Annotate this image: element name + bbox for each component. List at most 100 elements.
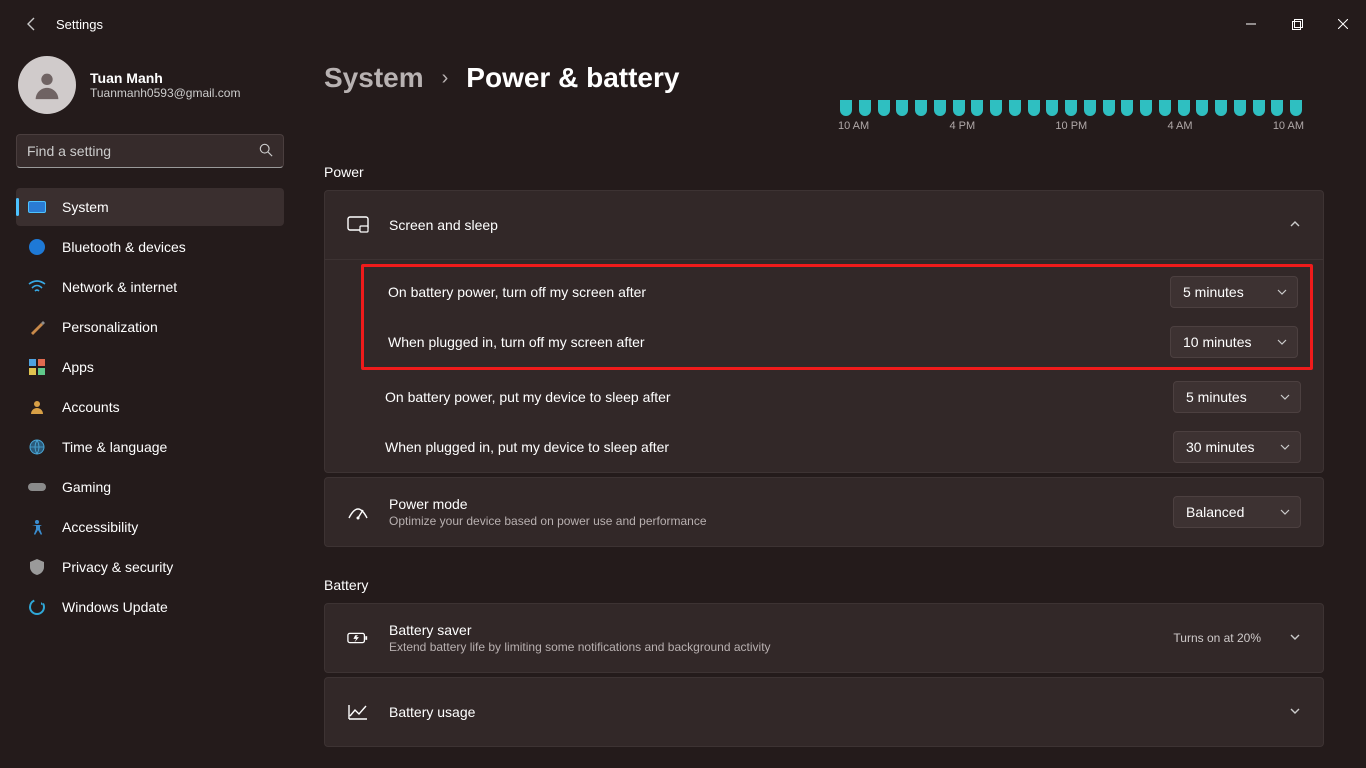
chevron-right-icon: › [442,67,449,90]
back-button[interactable] [16,8,48,40]
nav-label: System [62,199,109,215]
screen-off-plugged-row: When plugged in, turn off my screen afte… [364,317,1310,367]
card-title: Battery usage [389,704,1269,720]
main-content: System › Power & battery 10 AM 4 PM 10 P… [300,48,1366,768]
chevron-down-icon [1280,507,1290,517]
chart-tick: 4 PM [949,120,975,132]
chart-tick: 10 AM [1273,120,1304,132]
power-mode-dropdown[interactable]: Balanced [1173,496,1301,528]
nav-list: System Bluetooth & devices Network & int… [16,188,284,626]
profile-name: Tuan Manh [90,70,240,86]
nav-accounts[interactable]: Accounts [16,388,284,426]
nav-windows-update[interactable]: Windows Update [16,588,284,626]
nav-label: Windows Update [62,599,168,615]
nav-personalization[interactable]: Personalization [16,308,284,346]
nav-network[interactable]: Network & internet [16,268,284,306]
nav-label: Accessibility [62,519,138,535]
minimize-button[interactable] [1228,8,1274,40]
window-controls [1228,8,1366,40]
battery-usage-card[interactable]: Battery usage [324,677,1324,747]
close-button[interactable] [1320,8,1366,40]
chevron-down-icon [1280,442,1290,452]
nav-label: Gaming [62,479,111,495]
chevron-down-icon [1277,287,1287,297]
breadcrumb: System › Power & battery [324,62,1324,94]
personalization-icon [28,318,46,336]
power-mode-card: Power mode Optimize your device based on… [324,477,1324,547]
screen-off-plugged-dropdown[interactable]: 10 minutes [1170,326,1298,358]
privacy-icon [28,558,46,576]
dropdown-value: 5 minutes [1183,284,1267,300]
nav-label: Accounts [62,399,120,415]
card-subtitle: Extend battery life by limiting some not… [389,640,1153,654]
search-icon [259,143,273,160]
highlight-box: On battery power, turn off my screen aft… [361,264,1313,370]
nav-label: Privacy & security [62,559,173,575]
power-mode-header[interactable]: Power mode Optimize your device based on… [325,478,1323,546]
nav-gaming[interactable]: Gaming [16,468,284,506]
card-title: Battery saver [389,622,1153,638]
breadcrumb-current: Power & battery [466,62,679,94]
card-title: Screen and sleep [389,217,1269,233]
windows-update-icon [28,598,46,616]
accounts-icon [28,398,46,416]
avatar [18,56,76,114]
card-title: Power mode [389,496,1153,512]
setting-label: On battery power, turn off my screen aft… [388,284,1170,300]
power-mode-icon [347,501,369,523]
battery-saver-icon [347,627,369,649]
screen-icon [347,214,369,236]
gaming-icon [28,478,46,496]
nav-label: Bluetooth & devices [62,239,186,255]
chevron-up-icon [1289,217,1301,233]
sleep-plugged-dropdown[interactable]: 30 minutes [1173,431,1301,463]
sleep-plugged-row: When plugged in, put my device to sleep … [325,422,1323,472]
nav-privacy[interactable]: Privacy & security [16,548,284,586]
battery-usage-chart[interactable]: 10 AM 4 PM 10 PM 4 AM 10 AM [836,100,1306,132]
apps-icon [28,358,46,376]
nav-label: Apps [62,359,94,375]
window-title: Settings [56,17,103,32]
search-input[interactable] [27,143,259,159]
screen-off-battery-dropdown[interactable]: 5 minutes [1170,276,1298,308]
accessibility-icon [28,518,46,536]
chart-ticks: 10 AM 4 PM 10 PM 4 AM 10 AM [836,120,1306,132]
breadcrumb-parent[interactable]: System [324,62,424,94]
time-language-icon [28,438,46,456]
bluetooth-icon [28,238,46,256]
chart-tick: 10 PM [1055,120,1087,132]
power-section-header: Power [324,164,1324,180]
dropdown-value: 5 minutes [1186,389,1270,405]
battery-usage-icon [347,701,369,723]
battery-saver-status: Turns on at 20% [1173,631,1261,645]
screen-sleep-card: Screen and sleep On battery power, turn … [324,190,1324,473]
nav-label: Network & internet [62,279,177,295]
titlebar: Settings [0,0,1366,48]
setting-label: When plugged in, turn off my screen afte… [388,334,1170,350]
screen-sleep-header[interactable]: Screen and sleep [325,191,1323,259]
nav-time-language[interactable]: Time & language [16,428,284,466]
nav-system[interactable]: System [16,188,284,226]
chart-bars [836,100,1306,116]
chevron-down-icon [1277,337,1287,347]
search-box[interactable] [16,134,284,168]
network-icon [28,278,46,296]
nav-apps[interactable]: Apps [16,348,284,386]
nav-accessibility[interactable]: Accessibility [16,508,284,546]
battery-saver-card[interactable]: Battery saver Extend battery life by lim… [324,603,1324,673]
sleep-battery-dropdown[interactable]: 5 minutes [1173,381,1301,413]
setting-label: On battery power, put my device to sleep… [385,389,1173,405]
system-icon [28,198,46,216]
screen-off-battery-row: On battery power, turn off my screen aft… [364,267,1310,317]
profile[interactable]: Tuan Manh Tuanmanh0593@gmail.com [16,56,284,114]
nav-label: Personalization [62,319,158,335]
profile-email: Tuanmanh0593@gmail.com [90,86,240,100]
sidebar: Tuan Manh Tuanmanh0593@gmail.com System … [0,48,300,768]
dropdown-value: 30 minutes [1186,439,1270,455]
dropdown-value: 10 minutes [1183,334,1267,350]
sleep-battery-row: On battery power, put my device to sleep… [325,372,1323,422]
maximize-button[interactable] [1274,8,1320,40]
nav-bluetooth[interactable]: Bluetooth & devices [16,228,284,266]
nav-label: Time & language [62,439,167,455]
chart-tick: 10 AM [838,120,869,132]
